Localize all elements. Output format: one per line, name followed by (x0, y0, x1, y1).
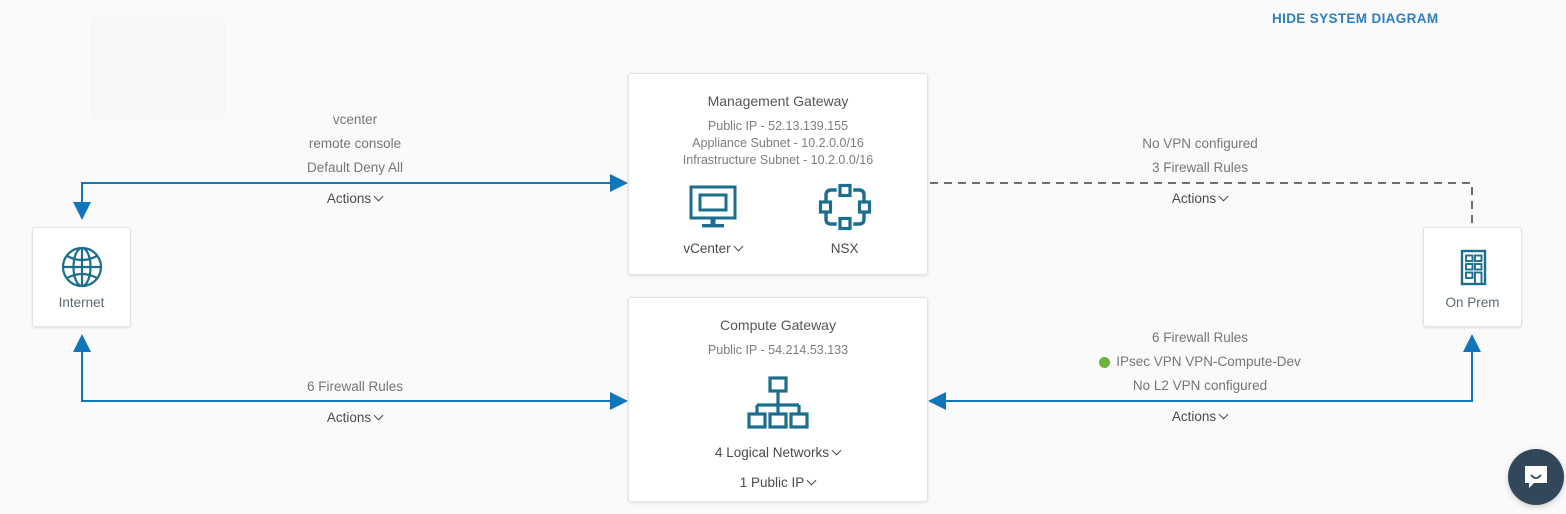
actions-dropdown[interactable]: Actions (255, 406, 455, 430)
conn-label-vpn: IPsec VPN VPN-Compute-Dev (1070, 350, 1330, 374)
public-ip-link-label: 1 Public IP (739, 475, 805, 490)
chat-launcher-button[interactable] (1508, 449, 1564, 505)
actions-label: Actions (1171, 409, 1217, 424)
mgw-public-ip: Public IP - 52.13.139.155 (707, 119, 849, 133)
compute-gateway-panel: Compute Gateway Public IP - 54.214.53.13… (628, 297, 928, 502)
vcenter-dropdown[interactable]: vCenter (683, 241, 742, 256)
conn-label: remote console (308, 136, 402, 151)
system-diagram-canvas: HIDE SYSTEM DIAGRAM Internet On Prem Man… (0, 0, 1566, 514)
logical-networks-dropdown[interactable]: 4 Logical Networks (629, 445, 927, 460)
actions-label: Actions (1171, 191, 1217, 206)
logical-networks-label: 4 Logical Networks (714, 445, 830, 460)
management-gateway-panel: Management Gateway Public IP - 52.13.139… (628, 73, 928, 275)
conn-label: No VPN configured (1142, 136, 1258, 151)
actions-dropdown[interactable]: Actions (1070, 405, 1330, 429)
actions-label: Actions (326, 410, 372, 425)
chevron-down-icon (1220, 411, 1228, 419)
vpn-label: IPsec VPN VPN-Compute-Dev (1116, 354, 1301, 369)
hide-system-diagram-button[interactable]: HIDE SYSTEM DIAGRAM (1272, 11, 1438, 26)
nsx-label: NSX (830, 241, 859, 256)
node-internet-label: Internet (58, 295, 105, 310)
conn-label: Default Deny All (306, 160, 404, 175)
chat-bubble-icon (1525, 466, 1547, 488)
connection-mgw-internet: vcenter remote console Default Deny All … (255, 108, 455, 211)
conn-label: No L2 VPN configured (1132, 378, 1268, 393)
conn-label: 6 Firewall Rules (306, 379, 404, 394)
chevron-down-icon (735, 243, 743, 251)
management-gateway-title: Management Gateway (707, 93, 849, 109)
chevron-down-icon (1220, 193, 1228, 201)
globe-icon (61, 246, 102, 288)
monitor-icon (689, 185, 737, 228)
vcenter-label: vCenter (683, 241, 731, 256)
actions-dropdown[interactable]: Actions (1100, 187, 1300, 211)
connection-mgw-onprem: No VPN configured 3 Firewall Rules Actio… (1100, 132, 1300, 211)
background-watermark (90, 16, 226, 120)
nsx-block[interactable]: NSX (817, 183, 873, 256)
public-ip-dropdown[interactable]: 1 Public IP (629, 475, 927, 490)
conn-label: 3 Firewall Rules (1151, 160, 1249, 175)
node-internet[interactable]: Internet (32, 227, 131, 327)
compute-gateway-title: Compute Gateway (720, 317, 836, 333)
chevron-down-icon (808, 477, 816, 485)
mgw-infrastructure-subnet: Infrastructure Subnet - 10.2.0.0/16 (682, 153, 874, 167)
connection-cgw-internet: 6 Firewall Rules Actions (255, 375, 455, 430)
management-gateway-meta: Public IP - 52.13.139.155 Appliance Subn… (629, 118, 927, 169)
mgw-appliance-subnet: Appliance Subnet - 10.2.0.0/16 (692, 136, 864, 150)
conn-label: vcenter (332, 112, 378, 127)
node-on-prem[interactable]: On Prem (1423, 227, 1522, 327)
actions-label: Actions (326, 191, 372, 206)
conn-label: 6 Firewall Rules (1151, 330, 1249, 345)
chevron-down-icon (833, 447, 841, 455)
nsx-label-wrap: NSX (831, 241, 859, 256)
chevron-down-icon (375, 412, 383, 420)
building-icon (1460, 249, 1486, 286)
logical-networks-icon (747, 376, 809, 429)
status-dot-icon (1099, 356, 1111, 368)
connection-cgw-onprem: 6 Firewall Rules IPsec VPN VPN-Compute-D… (1070, 326, 1330, 429)
node-on-prem-label: On Prem (1445, 295, 1500, 310)
vcenter-block[interactable]: vCenter (683, 183, 742, 256)
cgw-public-ip: Public IP - 54.214.53.133 (707, 343, 849, 357)
nsx-icon (818, 183, 871, 231)
chevron-down-icon (375, 193, 383, 201)
compute-gateway-meta: Public IP - 54.214.53.133 (629, 342, 927, 359)
actions-dropdown[interactable]: Actions (255, 187, 455, 211)
